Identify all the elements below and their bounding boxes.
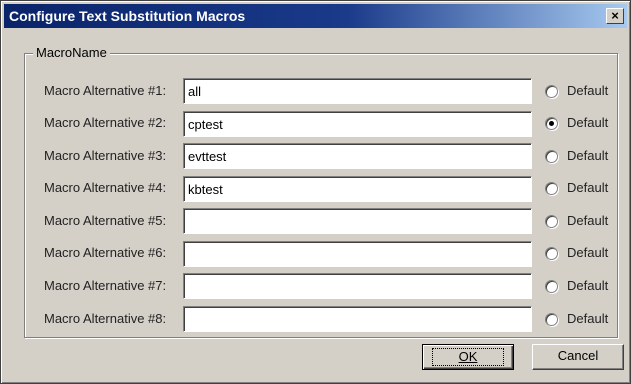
macro-alt-1-default-radio[interactable] [545,85,558,98]
macro-alt-7-default-label[interactable]: Default [567,278,608,293]
macro-alt-8-input[interactable] [183,306,532,332]
macro-alt-6-input[interactable] [183,241,532,267]
window-title: Configure Text Substitution Macros [9,8,246,24]
macro-alt-5-default-label[interactable]: Default [567,213,608,228]
macro-alt-4-default-radio[interactable] [545,182,558,195]
title-bar[interactable]: Configure Text Substitution Macros × [4,4,627,28]
macro-alt-5-input[interactable] [183,208,532,234]
macro-alt-3-default-radio[interactable] [545,150,558,163]
macro-alt-6-default-label[interactable]: Default [567,245,608,260]
macro-alt-3-input[interactable] [183,143,532,169]
focus-rect: OK [431,348,505,366]
dialog-window: Configure Text Substitution Macros × Mac… [0,0,631,384]
close-icon: × [611,8,619,23]
macro-alt-8-default-radio[interactable] [545,313,558,326]
ok-button[interactable]: OK [422,344,514,370]
close-button[interactable]: × [606,8,624,24]
macro-alt-2-default-radio[interactable] [545,117,558,130]
macro-alt-1-label: Macro Alternative #1: [44,83,167,98]
macro-alt-7-label: Macro Alternative #7: [44,278,167,293]
macro-alt-8-default-label[interactable]: Default [567,311,608,326]
macro-alt-2-label: Macro Alternative #2: [44,115,167,130]
macro-alt-3-default-label[interactable]: Default [567,148,608,163]
macro-alt-8-label: Macro Alternative #8: [44,311,167,326]
ok-button-label: OK [458,349,478,364]
macro-alt-5-label: Macro Alternative #5: [44,213,167,228]
macro-alt-7-default-radio[interactable] [545,280,558,293]
macro-alt-1-default-label[interactable]: Default [567,83,608,98]
macro-alt-3-label: Macro Alternative #3: [44,148,167,163]
cancel-button[interactable]: Cancel [532,344,624,370]
macro-alt-4-label: Macro Alternative #4: [44,180,167,195]
macro-alt-5-default-radio[interactable] [545,215,558,228]
macro-alt-4-input[interactable] [183,176,532,202]
macro-alt-7-input[interactable] [183,273,532,299]
cancel-button-label: Cancel [557,348,599,363]
group-legend: MacroName [33,45,110,60]
macro-alt-6-default-radio[interactable] [545,247,558,260]
macro-alt-6-label: Macro Alternative #6: [44,245,167,260]
macro-alt-2-default-label[interactable]: Default [567,115,608,130]
macro-alt-4-default-label[interactable]: Default [567,180,608,195]
macro-alt-1-input[interactable] [183,78,532,104]
macro-alt-2-input[interactable] [183,111,532,137]
